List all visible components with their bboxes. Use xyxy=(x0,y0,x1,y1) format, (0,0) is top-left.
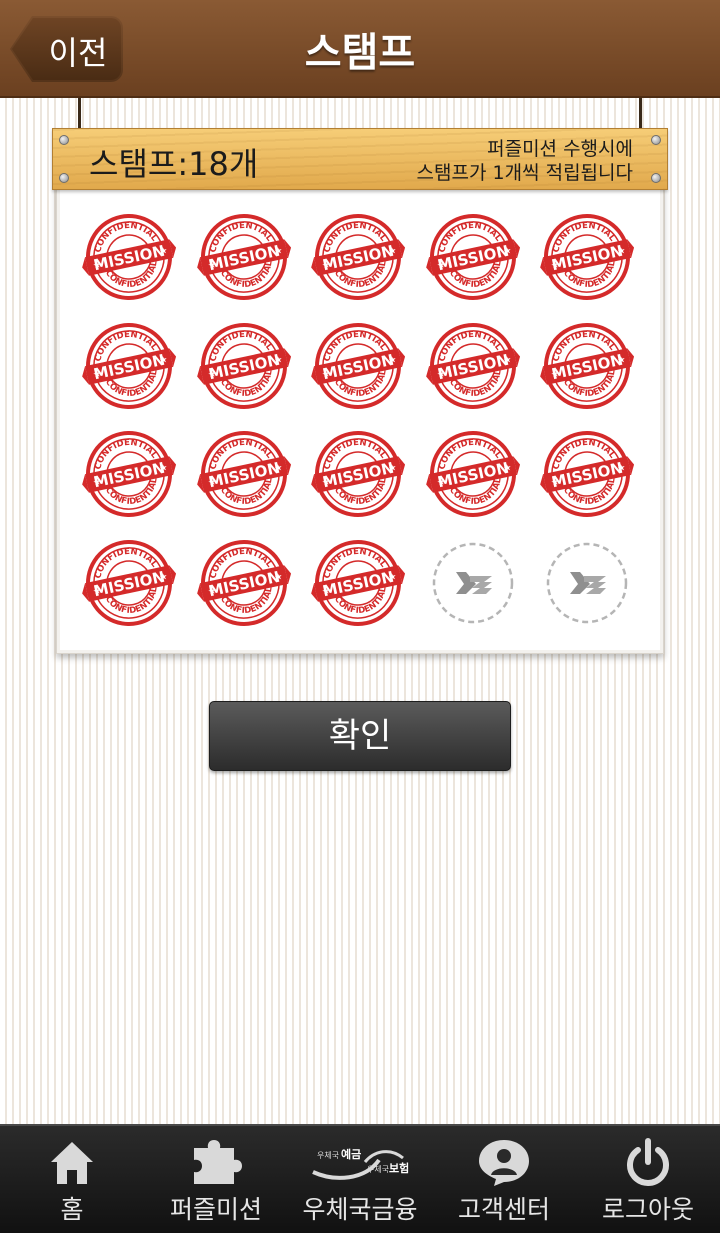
nav-postal-finance[interactable]: 우체국 예금 우체국 보험 우체국금융 xyxy=(288,1126,432,1233)
hanging-string-left xyxy=(78,98,81,132)
mission-stamp-icon: CONFIDENTIAL CONFIDENTIAL MISSION ★ ★ xyxy=(425,319,520,413)
home-icon xyxy=(0,1138,144,1188)
mission-stamp-icon: CONFIDENTIAL CONFIDENTIAL MISSION ★ ★ xyxy=(540,319,634,413)
mission-stamp-icon: CONFIDENTIAL CONFIDENTIAL MISSION ★ ★ xyxy=(196,319,291,413)
postal-finance-logo-icon: 우체국 예금 우체국 보험 xyxy=(288,1138,432,1188)
finance-logo-text-right-strong: 보험 xyxy=(389,1161,409,1175)
hanging-string-right xyxy=(639,98,642,132)
stamp-board-header: 스탬프:18개 퍼즐미션 수행시에 스탬프가 1개씩 적립됩니다 xyxy=(52,128,668,190)
mission-stamp-icon: CONFIDENTIAL CONFIDENTIAL MISSION ★ ★ xyxy=(82,427,176,521)
nav-customer-center-label: 고객센터 xyxy=(457,1195,550,1224)
stamp-count: 스탬프:18개 xyxy=(89,145,259,183)
nav-logout-label: 로그아웃 xyxy=(601,1195,694,1224)
power-icon xyxy=(576,1138,720,1188)
screw-icon xyxy=(651,173,661,183)
mission-stamp-icon: CONFIDENTIAL CONFIDENTIAL MISSION ★ ★ xyxy=(425,210,520,304)
bottom-nav: 홈 퍼즐미션 우체국 예금 우체국 보험 우체국금융 고객센터 로그아웃 xyxy=(0,1124,720,1233)
stamp-notice: 퍼즐미션 수행시에 스탬프가 1개씩 적립됩니다 xyxy=(417,137,633,185)
mission-stamp-icon: CONFIDENTIAL CONFIDENTIAL MISSION ★ ★ xyxy=(425,427,520,521)
mission-stamp-icon: CONFIDENTIAL CONFIDENTIAL MISSION ★ ★ xyxy=(540,210,634,304)
screw-icon xyxy=(59,173,69,183)
nav-postal-finance-label: 우체국금융 xyxy=(302,1195,418,1224)
screw-icon xyxy=(651,135,661,145)
nav-customer-center[interactable]: 고객센터 xyxy=(432,1126,576,1233)
nav-home-label: 홈 xyxy=(60,1195,84,1224)
finance-logo-text-right: 우체국 xyxy=(367,1164,389,1174)
nav-puzzle-mission-label: 퍼즐미션 xyxy=(169,1195,262,1224)
page-title: 스탬프 xyxy=(304,30,416,76)
nav-logout[interactable]: 로그아웃 xyxy=(576,1126,720,1233)
mission-stamp-icon: CONFIDENTIAL CONFIDENTIAL MISSION ★ ★ xyxy=(196,210,291,304)
top-bar: 이전 스탬프 xyxy=(0,0,720,98)
mission-stamp-icon: CONFIDENTIAL CONFIDENTIAL MISSION ★ ★ xyxy=(540,427,634,521)
mission-stamp-icon: CONFIDENTIAL CONFIDENTIAL MISSION ★ ★ xyxy=(196,427,291,521)
puzzle-icon xyxy=(144,1138,288,1188)
mission-stamp-icon: CONFIDENTIAL CONFIDENTIAL MISSION ★ ★ xyxy=(82,319,176,413)
nav-home[interactable]: 홈 xyxy=(0,1126,144,1233)
screw-icon xyxy=(59,135,69,145)
stamp-notice-line2: 스탬프가 1개씩 적립됩니다 xyxy=(416,162,633,184)
post-logo-placeholder-icon xyxy=(540,536,634,630)
mission-stamp-icon: CONFIDENTIAL CONFIDENTIAL MISSION ★ ★ xyxy=(82,536,176,630)
mission-stamp-icon: CONFIDENTIAL CONFIDENTIAL MISSION ★ ★ xyxy=(196,536,291,630)
post-logo-placeholder-icon xyxy=(426,536,520,630)
nav-puzzle-mission[interactable]: 퍼즐미션 xyxy=(144,1126,288,1233)
mission-stamp-icon: CONFIDENTIAL CONFIDENTIAL MISSION ★ ★ xyxy=(311,319,405,413)
mission-stamp-icon: CONFIDENTIAL CONFIDENTIAL MISSION ★ ★ xyxy=(311,427,405,521)
finance-logo-text-left-strong: 예금 xyxy=(341,1147,361,1161)
mission-stamp-icon: CONFIDENTIAL CONFIDENTIAL MISSION ★ ★ xyxy=(311,536,405,630)
mission-stamp-icon: CONFIDENTIAL CONFIDENTIAL MISSION ★ ★ xyxy=(311,210,405,304)
confirm-button[interactable]: 확인 xyxy=(209,701,511,771)
mission-stamp-icon: CONFIDENTIAL CONFIDENTIAL MISSION ★ ★ xyxy=(82,210,176,304)
customer-center-icon xyxy=(432,1138,576,1188)
stamp-notice-line1: 퍼즐미션 수행시에 xyxy=(487,138,633,160)
finance-logo-text-left: 우체국 xyxy=(317,1150,339,1160)
